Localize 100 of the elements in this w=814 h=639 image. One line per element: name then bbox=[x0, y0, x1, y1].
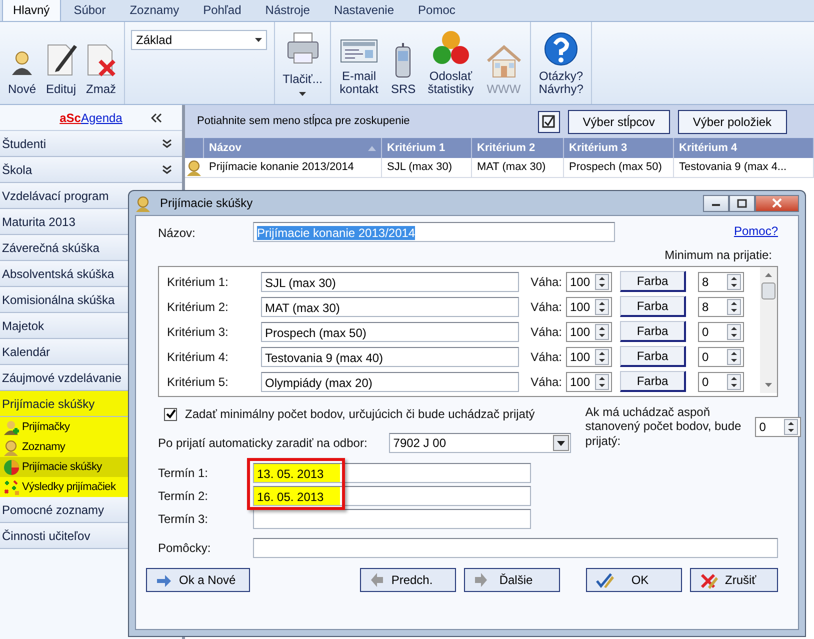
close-button[interactable] bbox=[755, 194, 799, 212]
color-button[interactable]: Farba bbox=[620, 371, 686, 392]
spin-arrows-icon[interactable] bbox=[595, 348, 609, 364]
spin-arrows-icon[interactable] bbox=[595, 298, 609, 314]
color-button[interactable]: Farba bbox=[620, 296, 686, 317]
number-spinner[interactable]: 0 bbox=[698, 322, 744, 342]
spin-arrows-icon[interactable] bbox=[727, 298, 741, 314]
close-icon bbox=[772, 198, 782, 208]
right-arrow-icon bbox=[473, 571, 489, 589]
number-spinner[interactable]: 8 bbox=[698, 296, 744, 316]
ribbon-tab[interactable]: Nastavenie bbox=[322, 0, 406, 21]
ribbon-tab[interactable]: Nástroje bbox=[254, 0, 321, 21]
date-field[interactable] bbox=[253, 508, 531, 528]
field-label: Váha: bbox=[530, 374, 562, 390]
field-label: Váha: bbox=[530, 324, 562, 340]
spin-arrows-icon[interactable] bbox=[727, 274, 741, 290]
prev-button[interactable]: Predch. bbox=[360, 568, 456, 592]
color-button[interactable]: Farba bbox=[620, 321, 686, 342]
help-link[interactable]: Pomoc? bbox=[734, 222, 778, 240]
checkmark-icon bbox=[166, 409, 176, 419]
field-label: Váha: bbox=[530, 274, 562, 290]
number-spinner[interactable]: 8 bbox=[698, 272, 744, 292]
sidebar-item[interactable]: Škola bbox=[0, 157, 182, 183]
collapse-icon[interactable] bbox=[151, 113, 162, 123]
view-dropdown[interactable]: Základ bbox=[131, 30, 267, 50]
delete-button[interactable]: Zmaž bbox=[82, 40, 120, 96]
number-spinner[interactable]: 100 bbox=[566, 322, 612, 342]
ribbon-tab[interactable]: Pohľad bbox=[192, 0, 252, 21]
spin-arrows-icon[interactable] bbox=[595, 374, 609, 390]
person-plus-icon bbox=[3, 418, 20, 436]
number-spinner[interactable]: 100 bbox=[566, 372, 612, 392]
table-cell: Prospech (max 50) bbox=[564, 158, 674, 177]
help-icon bbox=[544, 32, 578, 66]
minimum-label: Minimum na prijatie: bbox=[664, 247, 773, 264]
new-button[interactable]: Nové bbox=[4, 44, 40, 96]
minimize-button[interactable] bbox=[703, 194, 729, 212]
ribbon-tab[interactable]: Hlavný bbox=[2, 0, 61, 21]
criterion-field[interactable]: Olympiády (max 20) bbox=[261, 372, 519, 392]
cancel-button[interactable]: Zrušiť bbox=[690, 568, 778, 592]
balls-button[interactable]: Odoslať štatistiky bbox=[426, 30, 476, 96]
criterion-field[interactable]: Prospech (max 50) bbox=[261, 322, 519, 342]
spin-arrows-icon[interactable] bbox=[727, 324, 741, 340]
ribbon-tab[interactable]: Zoznamy bbox=[118, 0, 190, 21]
printer-icon bbox=[286, 30, 320, 65]
expand-icon[interactable] bbox=[162, 165, 172, 174]
aids-field[interactable] bbox=[253, 538, 778, 558]
scrollbar-drawing[interactable] bbox=[760, 267, 777, 393]
number-spinner[interactable]: 100 bbox=[566, 346, 612, 366]
help-button[interactable]: Otázky? Návrhy? bbox=[536, 32, 586, 96]
sidebar-item[interactable]: Študenti bbox=[0, 131, 182, 157]
ok-button[interactable]: OK bbox=[586, 568, 682, 592]
spin-arrows-icon[interactable] bbox=[784, 419, 798, 435]
criterion-field[interactable]: Testovania 9 (max 40) bbox=[261, 346, 519, 366]
number-spinner[interactable]: 100 bbox=[566, 296, 612, 316]
spin-arrows-icon[interactable] bbox=[727, 374, 741, 390]
ribbon-tab[interactable]: Súbor bbox=[62, 0, 117, 21]
table-cell: MAT (max 30) bbox=[472, 158, 564, 177]
number-spinner[interactable]: 0 bbox=[698, 346, 744, 366]
checkbox-icon bbox=[542, 115, 556, 128]
date-field[interactable]: 16. 05. 2013 bbox=[253, 486, 531, 506]
three-balls-icon bbox=[430, 30, 471, 66]
spin-arrows-icon[interactable] bbox=[595, 324, 609, 340]
person-icon bbox=[3, 438, 20, 456]
number-spinner[interactable]: 0 bbox=[755, 417, 802, 437]
agenda-link[interactable]: aScAgenda bbox=[60, 108, 122, 126]
field-label: Váha: bbox=[530, 348, 562, 366]
left-arrow-icon bbox=[369, 571, 385, 589]
phone-button[interactable]: SRS bbox=[389, 42, 418, 96]
criterion-field[interactable]: MAT (max 30) bbox=[261, 296, 519, 316]
number-spinner[interactable]: 100 bbox=[566, 272, 612, 292]
color-button[interactable]: Farba bbox=[620, 346, 686, 367]
maximize-icon bbox=[737, 198, 747, 208]
table-cell: Prijímacie konanie 2013/2014 bbox=[204, 158, 382, 177]
spin-arrows-icon[interactable] bbox=[727, 348, 741, 364]
maximize-button[interactable] bbox=[729, 194, 755, 212]
edit-button[interactable]: Edituj bbox=[42, 40, 80, 96]
checkmark-pencil-icon bbox=[595, 571, 615, 589]
person-icon bbox=[135, 194, 152, 212]
caret-icon bbox=[299, 92, 306, 96]
ribbon-tab[interactable]: Pomoc bbox=[407, 0, 466, 21]
number-spinner[interactable]: 0 bbox=[698, 372, 744, 392]
color-button[interactable]: Farba bbox=[620, 271, 686, 292]
expand-icon[interactable] bbox=[162, 139, 172, 148]
person-icon bbox=[186, 159, 203, 176]
criterion-field[interactable]: SJL (max 30) bbox=[261, 272, 519, 292]
next-button[interactable]: Ďalšie bbox=[464, 568, 560, 592]
email-button[interactable]: E-mail kontakt bbox=[337, 34, 381, 96]
date-field[interactable]: 13. 05. 2013 bbox=[253, 462, 531, 482]
pie-ball-icon bbox=[3, 458, 20, 476]
checkbox-button[interactable] bbox=[538, 110, 560, 132]
grid-button[interactable]: Výber položiek bbox=[678, 110, 787, 134]
print-button[interactable]: Tlačiť... bbox=[280, 30, 324, 96]
branch-dropdown[interactable]: 7902 J 00 bbox=[389, 433, 572, 453]
sort-icon bbox=[368, 146, 376, 150]
spin-arrows-icon[interactable] bbox=[595, 274, 609, 290]
ok-new-button[interactable]: Ok a Nové bbox=[146, 568, 250, 592]
checkbox[interactable] bbox=[164, 408, 177, 420]
grid-button[interactable]: Výber stĺpcov bbox=[568, 110, 670, 134]
field-label: Ak má uchádzač aspoň stanovený počet bodov, bude prijatý: bbox=[585, 405, 742, 448]
table-cell: SJL (max 30) bbox=[382, 158, 472, 177]
